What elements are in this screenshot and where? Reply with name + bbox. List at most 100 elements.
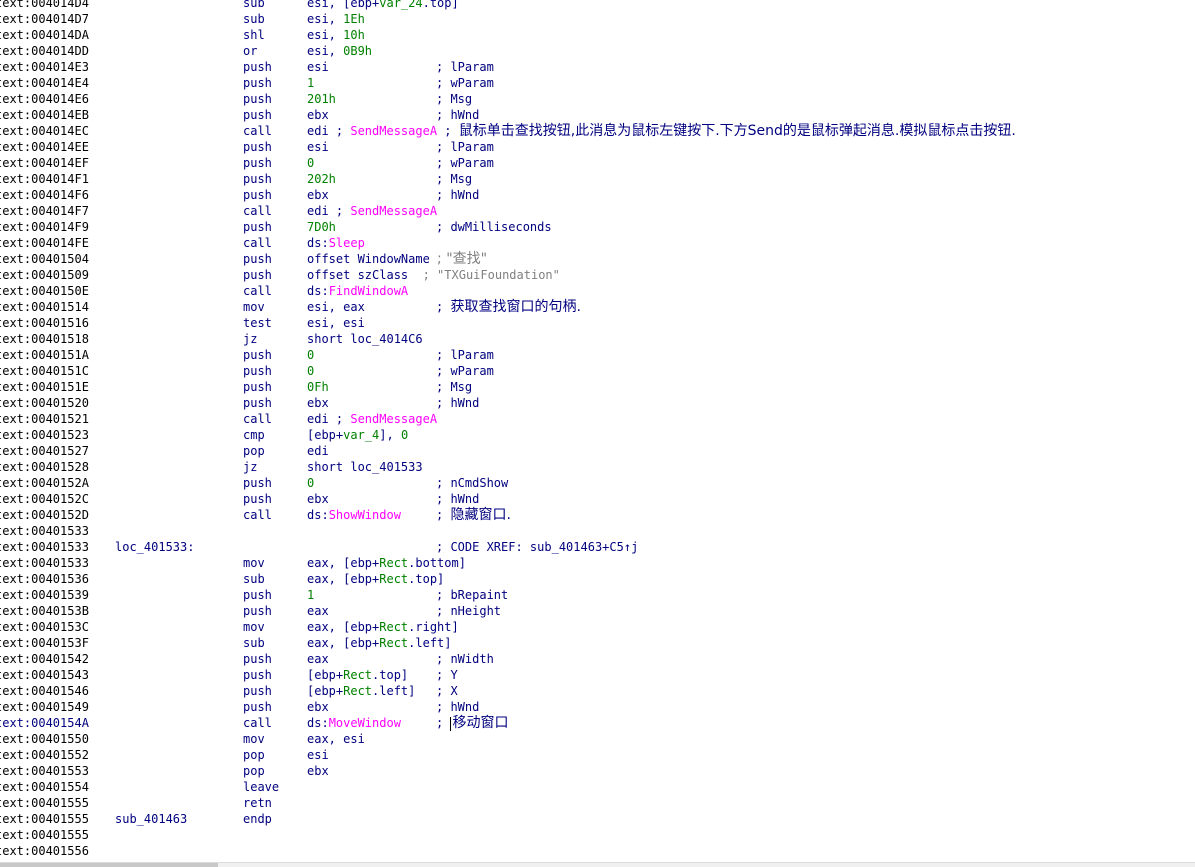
listing-line[interactable]: text:004014F1 push 202h ; Msg xyxy=(0,171,1195,187)
line-comment[interactable]: ; CODE XREF: sub_401463+C5↑j xyxy=(436,539,638,555)
listing-line[interactable]: text:00401549 push ebx ; hWnd xyxy=(0,699,1195,715)
listing-line[interactable]: text:00401514 mov esi, eax; 获取查找窗口的句柄. xyxy=(0,299,1195,315)
line-comment[interactable]: ; dwMilliseconds xyxy=(436,219,552,235)
instruction-operands[interactable]: eax, [ebp+Rect.left] xyxy=(307,635,452,651)
instruction-operands[interactable]: short loc_4014C6 xyxy=(307,331,423,347)
line-comment[interactable]: ; nWidth xyxy=(436,651,494,667)
line-address[interactable]: text:004014F1 xyxy=(0,171,89,187)
line-comment[interactable]: ; hWnd xyxy=(436,107,479,123)
line-address[interactable]: text:004014D7 xyxy=(0,11,89,27)
line-address[interactable]: text:004014F9 xyxy=(0,219,89,235)
api-name[interactable]: ShowWindow xyxy=(329,508,401,522)
line-address[interactable]: text:00401554 xyxy=(0,779,89,795)
line-comment[interactable]: ; 隐藏窗口. xyxy=(436,507,511,523)
listing-line[interactable]: text:004014D4 sub esi, [ebp+var_24.top] xyxy=(0,0,1195,11)
instruction-operands[interactable]: ds:Sleep xyxy=(307,235,365,251)
line-address[interactable]: text:00401509 xyxy=(0,267,89,283)
listing-line[interactable]: text:00401533 loc_401533: ; CODE XREF: sub… xyxy=(0,539,1195,555)
instruction-operands[interactable]: 1 xyxy=(307,75,314,91)
listing-line[interactable]: text:004014EF push 0 ; wParam xyxy=(0,155,1195,171)
instruction-operands[interactable]: ebx xyxy=(307,491,329,507)
listing-line[interactable]: text:004014F9 push 7D0h ; dwMilliseconds xyxy=(0,219,1195,235)
line-address[interactable]: text:0040150E xyxy=(0,283,89,299)
instruction-operands[interactable]: eax xyxy=(307,603,329,619)
line-comment[interactable]: ; hWnd xyxy=(436,187,479,203)
listing-line[interactable]: text:00401546 push [ebp+Rect.left] ; X xyxy=(0,683,1195,699)
line-address[interactable]: text:00401542 xyxy=(0,651,89,667)
instruction-operands[interactable]: esi xyxy=(307,139,329,155)
listing-line[interactable]: text:00401518 jz short loc_4014C6 xyxy=(0,331,1195,347)
line-comment[interactable]: ; hWnd xyxy=(436,699,479,715)
instruction-operands[interactable]: 0 xyxy=(307,363,314,379)
line-address[interactable]: text:0040152A xyxy=(0,475,89,491)
listing-line[interactable]: text:0040153F sub eax, [ebp+Rect.left] xyxy=(0,635,1195,651)
api-name[interactable]: SendMessageA xyxy=(350,124,437,138)
listing-line[interactable]: text:00401556 xyxy=(0,843,1195,859)
listing-line[interactable]: text:0040153B push eax ; nHeight xyxy=(0,603,1195,619)
instruction-operands[interactable]: 0 xyxy=(307,475,314,491)
line-address[interactable]: text:004014DA xyxy=(0,27,89,43)
listing-line[interactable]: text:00401521 call edi ; SendMessageA xyxy=(0,411,1195,427)
line-address[interactable]: text:0040153B xyxy=(0,603,89,619)
line-comment[interactable]: ; lParam xyxy=(436,347,494,363)
listing-line[interactable]: text:0040150E call ds:FindWindowA xyxy=(0,283,1195,299)
line-address[interactable]: text:004014EC xyxy=(0,123,89,139)
api-name[interactable]: SendMessageA xyxy=(350,412,437,426)
horizontal-scrollbar[interactable] xyxy=(0,862,1195,867)
line-address[interactable]: text:00401536 xyxy=(0,571,89,587)
listing-line[interactable]: text:004014D7 sub esi, 1Eh xyxy=(0,11,1195,27)
line-comment[interactable]: ; Msg xyxy=(436,91,472,107)
disassembly-listing[interactable]: text:004014D4 sub esi, [ebp+var_24.top] tex… xyxy=(0,0,1195,859)
instruction-operands[interactable]: eax, [ebp+Rect.bottom] xyxy=(307,555,466,571)
instruction-operands[interactable]: 1 xyxy=(307,587,314,603)
line-comment[interactable]: ; hWnd xyxy=(436,491,479,507)
listing-line[interactable]: text:004014F6 push ebx ; hWnd xyxy=(0,187,1195,203)
line-address[interactable]: text:00401520 xyxy=(0,395,89,411)
line-comment[interactable]: ; hWnd xyxy=(436,395,479,411)
line-address[interactable]: text:00401546 xyxy=(0,683,89,699)
line-address[interactable]: text:0040151A xyxy=(0,347,89,363)
instruction-operands[interactable]: 0 xyxy=(307,155,314,171)
instruction-operands[interactable]: esi, 1Eh xyxy=(307,11,365,27)
instruction-operands[interactable]: edi ; SendMessageA ; 鼠标单击查找按钮,此消息为鼠标左键按下… xyxy=(307,123,1016,139)
line-address[interactable]: text:004014E6 xyxy=(0,91,89,107)
line-address[interactable]: text:0040154A xyxy=(0,715,89,731)
listing-line[interactable]: text:00401542 push eax ; nWidth xyxy=(0,651,1195,667)
instruction-operands[interactable]: esi xyxy=(307,747,329,763)
listing-line[interactable]: text:004014F7 call edi ; SendMessageA xyxy=(0,203,1195,219)
listing-line[interactable]: text:004014EE push esi ; lParam xyxy=(0,139,1195,155)
instruction-operands[interactable]: edi ; SendMessageA xyxy=(307,411,437,427)
instruction-operands[interactable]: [ebp+Rect.top] xyxy=(307,667,408,683)
line-address[interactable]: text:00401533 xyxy=(0,539,89,555)
instruction-operands[interactable]: offset szClass ; "TXGuiFoundation" xyxy=(307,267,560,283)
instruction-operands[interactable]: esi, esi xyxy=(307,315,365,331)
line-address[interactable]: text:00401556 xyxy=(0,843,89,859)
listing-line[interactable]: text:00401543 push [ebp+Rect.top] ; Y xyxy=(0,667,1195,683)
listing-line[interactable]: text:004014EC call edi ; SendMessageA ; 鼠标… xyxy=(0,123,1195,139)
line-address[interactable]: text:00401527 xyxy=(0,443,89,459)
instruction-operands[interactable]: ebx xyxy=(307,187,329,203)
listing-line[interactable]: text:00401539 push 1 ; bRepaint xyxy=(0,587,1195,603)
line-comment[interactable]: ; X xyxy=(436,683,458,699)
listing-line[interactable]: text:00401553 pop ebx xyxy=(0,763,1195,779)
line-address[interactable]: text:00401550 xyxy=(0,731,89,747)
instruction-operands[interactable]: ebx xyxy=(307,763,329,779)
line-address[interactable]: text:00401553 xyxy=(0,763,89,779)
line-address[interactable]: text:004014E3 xyxy=(0,59,89,75)
line-address[interactable]: text:00401555 xyxy=(0,795,89,811)
listing-line[interactable]: text:00401520 push ebx ; hWnd xyxy=(0,395,1195,411)
line-address[interactable]: text:0040152D xyxy=(0,507,89,523)
line-address[interactable]: text:00401552 xyxy=(0,747,89,763)
listing-line[interactable]: text:00401504 push offset WindowName ; "查找… xyxy=(0,251,1195,267)
line-comment[interactable]: ; wParam xyxy=(436,363,494,379)
line-comment[interactable]: ; Msg xyxy=(436,379,472,395)
listing-line[interactable]: text:0040152A push 0 ; nCmdShow xyxy=(0,475,1195,491)
line-address[interactable]: text:00401549 xyxy=(0,699,89,715)
listing-line[interactable]: text:004014E6 push 201h ; Msg xyxy=(0,91,1195,107)
listing-line[interactable]: text:0040152D call ds:ShowWindow; 隐藏窗口. xyxy=(0,507,1195,523)
line-address[interactable]: text:00401533 xyxy=(0,523,89,539)
instruction-operands[interactable]: 0Fh xyxy=(307,379,329,395)
line-address[interactable]: text:0040151C xyxy=(0,363,89,379)
listing-line[interactable]: text:0040151A push 0 ; lParam xyxy=(0,347,1195,363)
instruction-operands[interactable]: [ebp+var_4], 0 xyxy=(307,427,408,443)
